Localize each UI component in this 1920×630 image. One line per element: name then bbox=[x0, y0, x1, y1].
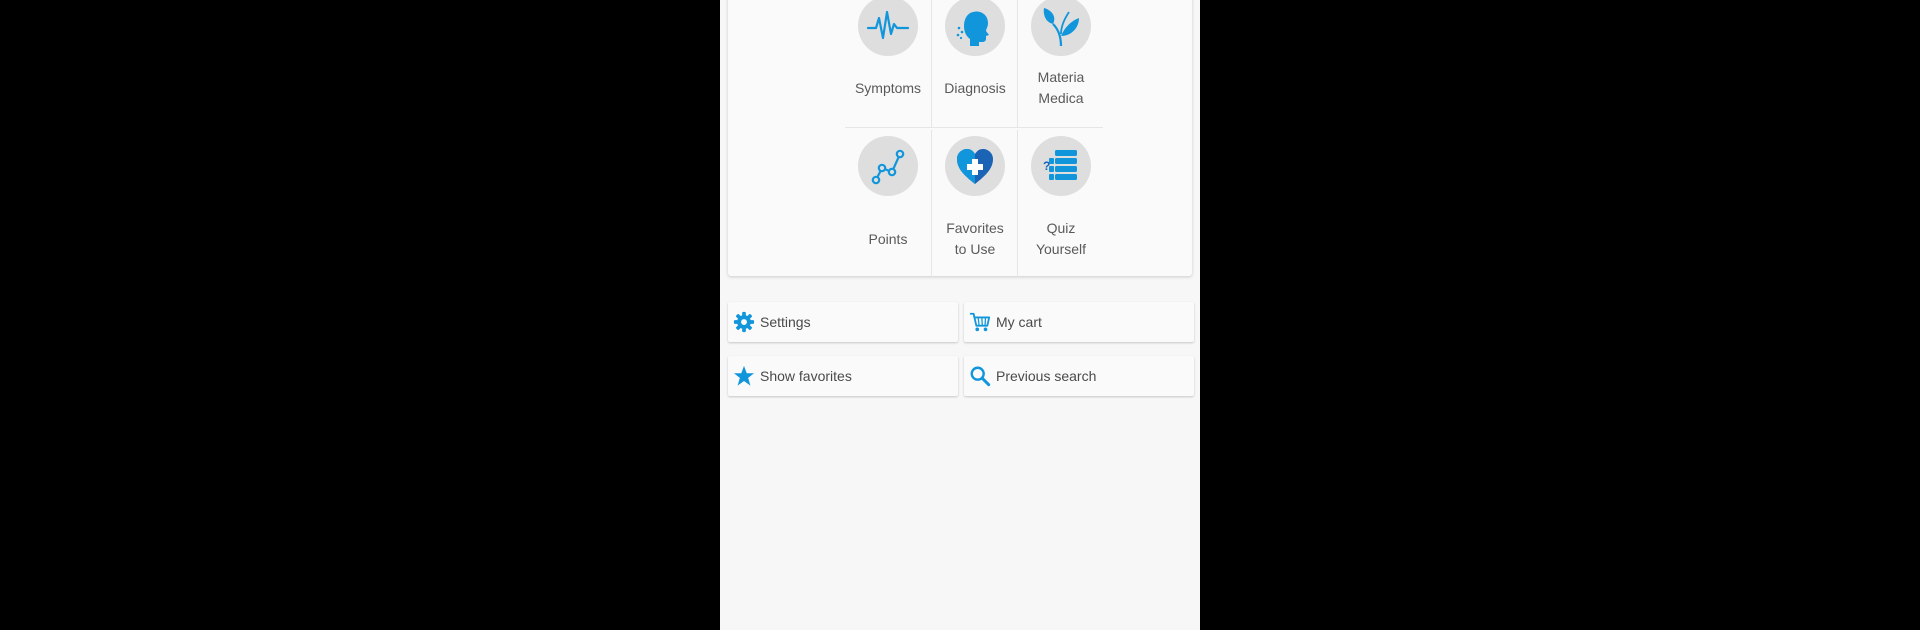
heartbeat-pulse-icon bbox=[858, 0, 918, 56]
show-favorites-label: Show favorites bbox=[760, 368, 852, 384]
my-cart-button[interactable]: My cart bbox=[964, 302, 1194, 342]
my-cart-label: My cart bbox=[996, 314, 1042, 330]
menu-tile-label: Quiz Yourself bbox=[1035, 220, 1087, 257]
search-icon bbox=[968, 364, 992, 388]
menu-tile-quiz-yourself[interactable]: ? Quiz Yourself bbox=[1017, 130, 1104, 278]
menu-grid: Symptoms Diagnosis Materia Medica Points… bbox=[845, 0, 1103, 278]
heart-plus-icon bbox=[945, 136, 1005, 196]
menu-tile-points[interactable]: Points bbox=[845, 130, 931, 278]
app-screen: Symptoms Diagnosis Materia Medica Points… bbox=[720, 0, 1200, 630]
gear-icon bbox=[732, 310, 756, 334]
menu-tile-label: Symptoms bbox=[854, 80, 922, 96]
menu-tile-label: Points bbox=[868, 231, 908, 247]
plant-leaves-icon bbox=[1031, 0, 1091, 56]
menu-tile-favorites-to-use[interactable]: Favorites to Use bbox=[931, 130, 1018, 278]
connected-points-icon bbox=[858, 136, 918, 196]
main-menu-card: Symptoms Diagnosis Materia Medica Points… bbox=[728, 0, 1192, 278]
menu-tile-symptoms[interactable]: Symptoms bbox=[845, 0, 931, 127]
shopping-cart-icon bbox=[968, 310, 992, 334]
head-profile-icon bbox=[945, 0, 1005, 56]
menu-tile-label: Favorites to Use bbox=[946, 220, 1004, 257]
menu-tile-materia-medica[interactable]: Materia Medica bbox=[1017, 0, 1104, 127]
quiz-list-icon: ? bbox=[1031, 136, 1091, 196]
star-icon bbox=[732, 364, 756, 388]
grid-row-divider bbox=[845, 127, 1103, 128]
menu-tile-diagnosis[interactable]: Diagnosis bbox=[931, 0, 1018, 127]
show-favorites-button[interactable]: Show favorites bbox=[728, 356, 958, 396]
menu-tile-label: Diagnosis bbox=[944, 80, 1006, 96]
settings-button[interactable]: Settings bbox=[728, 302, 958, 342]
settings-label: Settings bbox=[760, 314, 811, 330]
previous-search-button[interactable]: Previous search bbox=[964, 356, 1194, 396]
previous-search-label: Previous search bbox=[996, 368, 1097, 384]
menu-tile-label: Materia Medica bbox=[1037, 69, 1085, 106]
